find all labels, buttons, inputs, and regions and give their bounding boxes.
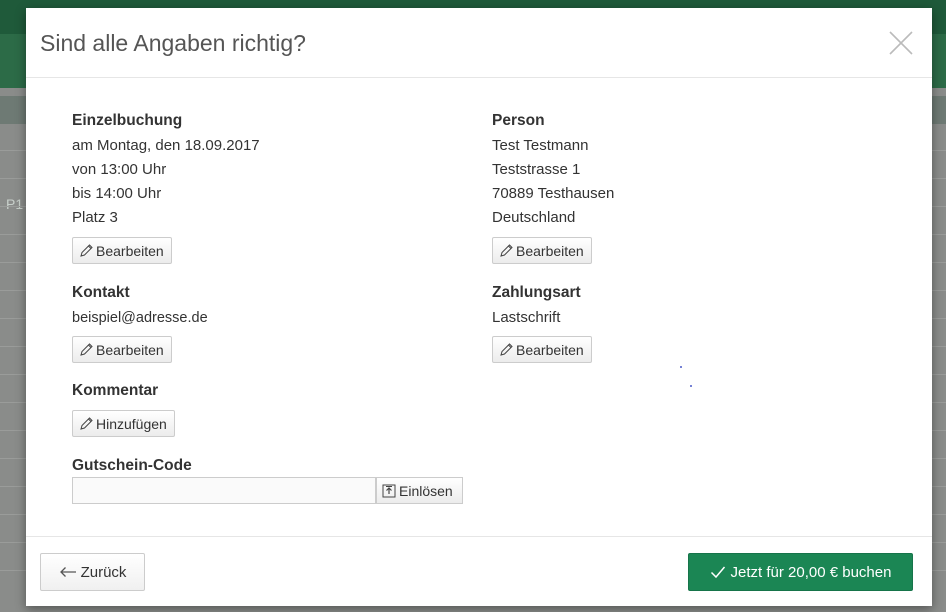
booking-end-time: bis 14:00 Uhr	[72, 185, 162, 202]
person-section-title: Person	[492, 112, 545, 129]
pencil-icon	[80, 417, 93, 430]
booking-start-time: von 13:00 Uhr	[72, 161, 167, 178]
confirm-booking-button[interactable]: Jetzt für 20,00 € buchen	[688, 553, 913, 591]
edit-person-button[interactable]: Bearbeiten	[492, 237, 592, 264]
back-button[interactable]: Zurück	[40, 553, 145, 591]
comment-section-title: Kommentar	[72, 382, 159, 399]
pencil-icon	[500, 343, 513, 356]
background-header-text: P1	[6, 196, 24, 212]
confirmation-dialog: Sind alle Angaben richtig? Einzelbuchung…	[26, 8, 932, 606]
pencil-icon	[80, 343, 93, 356]
edit-booking-label: Bearbeiten	[96, 242, 164, 259]
person-city: 70889 Testhausen	[492, 185, 615, 202]
close-icon[interactable]	[888, 30, 914, 56]
payment-method: Lastschrift	[492, 309, 561, 326]
artifact-dot	[680, 366, 682, 368]
edit-payment-button[interactable]: Bearbeiten	[492, 336, 592, 363]
person-country: Deutschland	[492, 209, 576, 226]
add-comment-button[interactable]: Hinzufügen	[72, 410, 175, 437]
dialog-title: Sind alle Angaben richtig?	[40, 30, 306, 56]
voucher-section-title: Gutschein-Code	[72, 457, 192, 474]
contact-email: beispiel@adresse.de	[72, 310, 208, 326]
redeem-voucher-button[interactable]: Einlösen	[376, 477, 463, 504]
edit-person-label: Bearbeiten	[516, 242, 584, 259]
contact-section-title: Kontakt	[72, 284, 130, 301]
arrow-left-icon	[59, 567, 76, 577]
edit-booking-button[interactable]: Bearbeiten	[72, 237, 172, 264]
booking-court: Platz 3	[72, 209, 118, 226]
back-button-label: Zurück	[80, 563, 127, 581]
payment-section-title: Zahlungsart	[492, 284, 581, 301]
edit-contact-button[interactable]: Bearbeiten	[72, 336, 172, 363]
confirm-booking-label: Jetzt für 20,00 € buchen	[730, 563, 892, 581]
checkmark-icon	[710, 566, 725, 579]
artifact-dot	[690, 385, 692, 387]
dialog-header: Sind alle Angaben richtig?	[26, 8, 932, 78]
pencil-icon	[80, 244, 93, 257]
booking-section-title: Einzelbuchung	[72, 112, 183, 129]
person-street: Teststrasse 1	[492, 161, 581, 178]
dialog-footer: Zurück Jetzt für 20,00 € buchen	[26, 536, 932, 606]
edit-payment-label: Bearbeiten	[516, 341, 584, 358]
edit-contact-label: Bearbeiten	[96, 341, 164, 358]
voucher-code-input[interactable]	[72, 477, 376, 504]
pencil-icon	[500, 244, 513, 257]
redeem-voucher-label: Einlösen	[399, 482, 453, 499]
person-name: Test Testmann	[492, 137, 589, 154]
upload-icon	[382, 484, 396, 497]
booking-date: am Montag, den 18.09.2017	[72, 137, 260, 154]
add-comment-label: Hinzufügen	[96, 415, 167, 432]
